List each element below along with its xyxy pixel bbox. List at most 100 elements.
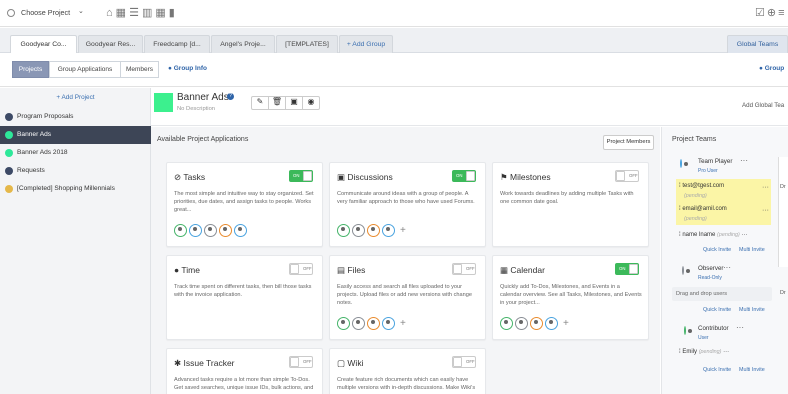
add-group-button[interactable]: + Add Group	[339, 35, 393, 53]
tab-group[interactable]: Goodyear Co...	[10, 35, 77, 54]
drag-handle-icon[interactable]: ⁞	[679, 232, 681, 238]
member-more-icon[interactable]: ···	[742, 232, 748, 238]
app-toggle[interactable]: ON	[289, 170, 313, 182]
avatar[interactable]	[189, 224, 202, 237]
list-icon[interactable]: ☰	[129, 7, 142, 19]
app-card-tasks: ⊘ Tasks ON The most simple and intuitive…	[166, 162, 323, 247]
checklist-icon[interactable]: ☑	[755, 7, 767, 19]
invitee-more-icon[interactable]: ···	[762, 184, 769, 191]
app-toggle[interactable]: OFF	[289, 356, 313, 368]
drag-handle-icon[interactable]: ⁞	[679, 206, 681, 212]
project-color-dot	[5, 167, 13, 175]
app-toggle[interactable]: ON	[615, 263, 639, 275]
pending-status: (pending)	[684, 193, 707, 199]
tab-group[interactable]: [TEMPLATES]	[276, 35, 338, 53]
group-right-label: Group	[764, 65, 785, 72]
tasks-icon: ⊘	[174, 172, 182, 182]
multi-invite-link[interactable]: Multi Invite	[739, 367, 765, 373]
sidebar-project-item[interactable]: Banner Ads 2018	[0, 144, 151, 162]
home-icon[interactable]: ⌂	[106, 7, 116, 19]
add-member-icon[interactable]: +	[400, 224, 406, 237]
tab-group[interactable]: Angel's Proje...	[211, 35, 275, 53]
group-applications-subtab[interactable]: Group Applications	[49, 61, 121, 78]
avatar[interactable]	[382, 317, 395, 330]
quick-invite-link[interactable]: Quick Invite	[703, 247, 731, 253]
avatar[interactable]	[530, 317, 543, 330]
members-subtab[interactable]: Members	[120, 61, 159, 78]
team-role: User	[698, 335, 709, 341]
discussions-icon: ▣	[337, 172, 346, 182]
avatar[interactable]	[500, 317, 513, 330]
add-member-icon[interactable]: +	[563, 317, 569, 330]
dashboard-icon[interactable]: ▦	[116, 7, 129, 19]
projects-subtab[interactable]: Projects	[12, 61, 49, 78]
archive-icon[interactable]: ▣	[286, 97, 303, 109]
avatar[interactable]	[174, 224, 187, 237]
more-icon[interactable]: ···	[740, 156, 748, 165]
avatar[interactable]	[367, 224, 380, 237]
app-toggle[interactable]: OFF	[452, 263, 476, 275]
drag-handle-icon[interactable]: ⁞	[679, 349, 681, 355]
tab-group[interactable]: Freedcamp [d...	[144, 35, 210, 53]
invitee-more-icon[interactable]: ···	[762, 207, 769, 214]
global-teams-button[interactable]: Global Teams	[727, 35, 788, 53]
board-icon[interactable]: ▥	[142, 7, 155, 19]
avatar[interactable]	[367, 317, 380, 330]
project-name: Banner Ads 2018	[17, 149, 68, 156]
calendar-icon[interactable]: ▦	[155, 7, 168, 19]
avatar[interactable]	[545, 317, 558, 330]
more-icon[interactable]: ···	[736, 323, 744, 332]
info-icon[interactable]: ?	[227, 93, 234, 100]
app-toggle[interactable]: OFF	[615, 170, 639, 182]
add-global-team-link[interactable]: Add Global Tea	[742, 102, 784, 109]
avatar[interactable]	[352, 317, 365, 330]
project-color-swatch[interactable]	[154, 93, 173, 112]
menu-icon[interactable]: ≡	[778, 7, 786, 19]
sidebar-project-item[interactable]: Banner Ads	[0, 126, 151, 144]
avatar[interactable]	[337, 317, 350, 330]
more-icon[interactable]: ···	[723, 263, 731, 272]
drag-handle-icon[interactable]: ⁞	[679, 183, 681, 189]
avatar[interactable]	[337, 224, 350, 237]
quick-invite-link[interactable]: Quick Invite	[703, 307, 731, 313]
toggle-label: OFF	[303, 359, 312, 364]
project-members-button[interactable]: Project Members	[603, 135, 654, 150]
avatar[interactable]	[382, 224, 395, 237]
multi-invite-link[interactable]: Multi Invite	[739, 247, 765, 253]
member-more-icon[interactable]: ···	[723, 349, 729, 355]
app-toggle[interactable]: OFF	[289, 263, 313, 275]
drop-zone-text: Drag and drop users	[676, 291, 727, 297]
app-title: ⚑ Milestones	[500, 172, 551, 183]
invitee-email: ⁞ test@tgest.com	[679, 183, 724, 189]
sidebar-project-item[interactable]: [Completed] Shopping Millennials	[0, 180, 151, 198]
add-member-icon[interactable]: +	[400, 317, 406, 330]
pending-status: (pending)	[684, 216, 707, 222]
group-info-link[interactable]: ● Group Info	[168, 65, 207, 72]
avatar[interactable]	[219, 224, 232, 237]
team-title: Observer	[698, 265, 724, 272]
edit-icon[interactable]: ✎	[252, 97, 269, 109]
multi-invite-link[interactable]: Multi Invite	[739, 307, 765, 313]
quick-invite-link[interactable]: Quick Invite	[703, 367, 731, 373]
group-right-link[interactable]: ● Group	[759, 65, 784, 72]
avatar[interactable]	[352, 224, 365, 237]
tab-group[interactable]: Goodyear Res...	[78, 35, 143, 53]
view-icon[interactable]: ◉	[303, 97, 319, 109]
app-toggle[interactable]: OFF	[452, 356, 476, 368]
sidebar-project-item[interactable]: Requests	[0, 162, 151, 180]
team-role: Pro User	[698, 168, 718, 174]
avatar[interactable]	[234, 224, 247, 237]
add-icon[interactable]: ⊕	[767, 7, 778, 19]
app-toggle[interactable]: ON	[452, 170, 476, 182]
app-card-calendar: ▦ Calendar ON Quickly add To-Dos, Milest…	[492, 255, 649, 340]
reports-icon[interactable]: ▮	[169, 7, 178, 19]
sidebar-project-item[interactable]: Program Proposals	[0, 108, 151, 126]
delete-icon[interactable]: 🗑	[269, 97, 286, 109]
drop-zone[interactable]: Drag and drop users	[672, 287, 772, 301]
app-card-issue-tracker: ✱ Issue Tracker OFF Advanced tasks requi…	[166, 348, 323, 394]
team-member: ⁞ Emily (pending) ···	[679, 349, 729, 355]
project-chooser[interactable]: Choose Project ⌄	[5, 7, 96, 21]
avatar[interactable]	[515, 317, 528, 330]
add-project-button[interactable]: + Add Project	[0, 94, 151, 101]
avatar[interactable]	[204, 224, 217, 237]
